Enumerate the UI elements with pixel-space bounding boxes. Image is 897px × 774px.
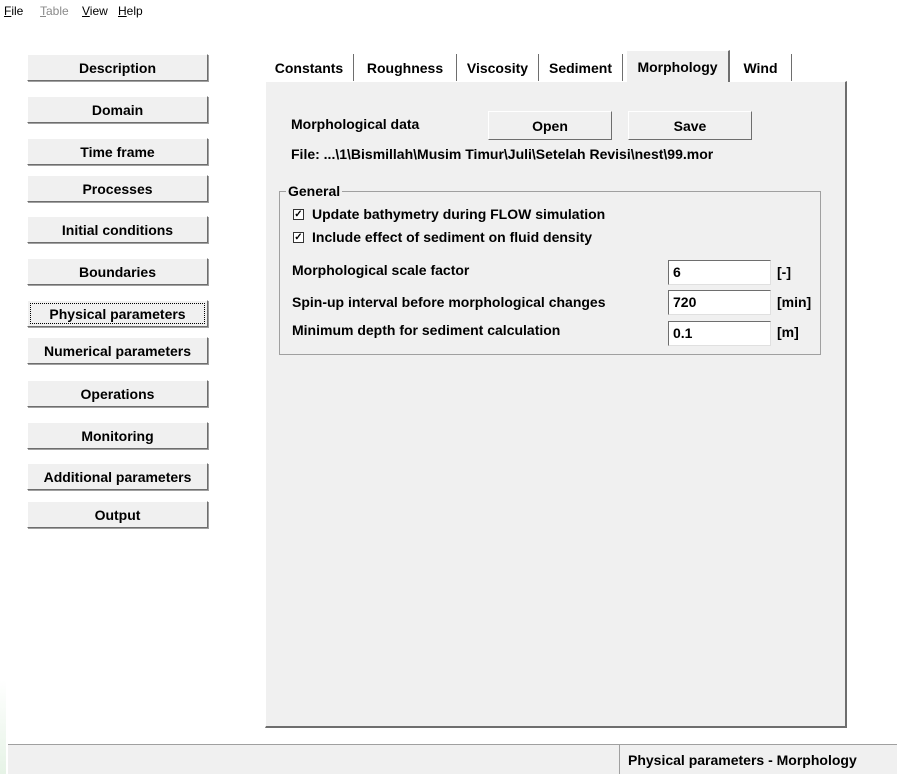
checkmark-icon: ✓	[293, 231, 304, 243]
spinup-interval-input[interactable]: 720	[668, 290, 771, 315]
sidebar-item-output[interactable]: Output	[27, 501, 208, 528]
min-depth-label: Minimum depth for sediment calculation	[292, 322, 561, 338]
file-path-text: File: ...\1\Bismillah\Musim Timur\Juli\S…	[291, 146, 714, 162]
open-button[interactable]: Open	[488, 111, 612, 140]
tab-sediment[interactable]: Sediment	[539, 54, 623, 81]
sidebar-item-time-frame[interactable]: Time frame	[27, 138, 208, 165]
sidebar-item-physical-parameters[interactable]: Physical parameters	[27, 300, 208, 327]
morphological-data-label: Morphological data	[291, 116, 420, 132]
menu-view[interactable]: View	[82, 4, 108, 18]
min-depth-input[interactable]: 0.1	[668, 321, 771, 346]
scale-factor-input[interactable]: 6	[668, 260, 771, 285]
menu-table[interactable]: Table	[40, 4, 69, 18]
min-depth-unit: [m]	[777, 324, 799, 340]
tab-constants[interactable]: Constants	[265, 54, 354, 81]
status-text: Physical parameters - Morphology	[619, 744, 897, 774]
tab-roughness[interactable]: Roughness	[354, 54, 457, 81]
sidebar-item-boundaries[interactable]: Boundaries	[27, 258, 208, 285]
sediment-density-checkbox[interactable]: ✓ Include effect of sediment on fluid de…	[293, 229, 592, 245]
checkmark-icon: ✓	[293, 208, 304, 220]
tab-wind[interactable]: Wind	[730, 54, 792, 81]
sidebar-item-description[interactable]: Description	[27, 54, 208, 81]
general-group-title: General	[286, 183, 343, 199]
sidebar-item-operations[interactable]: Operations	[27, 380, 208, 407]
save-button[interactable]: Save	[628, 111, 752, 140]
menu-bar: File Table View Help	[0, 0, 897, 22]
tab-panel	[265, 81, 847, 728]
sidebar-item-additional-parameters[interactable]: Additional parameters	[27, 463, 208, 490]
scale-factor-label: Morphological scale factor	[292, 262, 470, 278]
sidebar-item-processes[interactable]: Processes	[27, 175, 208, 202]
sidebar-item-domain[interactable]: Domain	[27, 96, 208, 123]
tab-viscosity[interactable]: Viscosity	[457, 54, 539, 81]
sidebar-item-numerical-parameters[interactable]: Numerical parameters	[27, 337, 208, 364]
update-bathymetry-checkbox[interactable]: ✓ Update bathymetry during FLOW simulati…	[293, 206, 605, 222]
tab-morphology[interactable]: Morphology	[626, 50, 730, 82]
sidebar-item-initial-conditions[interactable]: Initial conditions	[27, 216, 208, 243]
spinup-interval-unit: [min]	[777, 294, 812, 310]
scale-factor-unit: [-]	[777, 264, 791, 280]
menu-file[interactable]: File	[4, 4, 23, 18]
menu-help[interactable]: Help	[118, 4, 143, 18]
spinup-interval-label: Spin-up interval before morphological ch…	[292, 294, 606, 310]
window-edge	[0, 680, 6, 774]
sidebar-item-monitoring[interactable]: Monitoring	[27, 422, 208, 449]
